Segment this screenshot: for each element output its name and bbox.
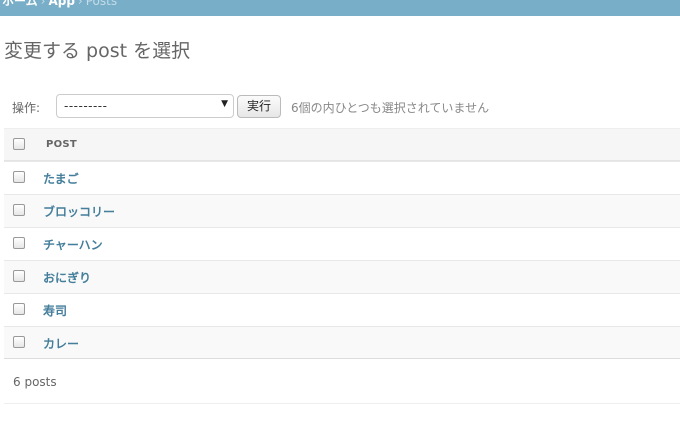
- row-link[interactable]: おにぎり: [43, 269, 91, 286]
- result-count: 6 posts: [13, 375, 57, 389]
- table-row: 寿司: [4, 293, 680, 326]
- actions-bar: 操作: --------- ▼ 実行 6個の内ひとつも選択されていません: [4, 94, 680, 118]
- breadcrumb-trail: ホーム › App › Posts: [2, 0, 117, 9]
- action-select[interactable]: --------- ▼: [56, 94, 234, 118]
- row-link[interactable]: 寿司: [43, 302, 67, 319]
- selection-counter: 6個の内ひとつも選択されていません: [291, 101, 490, 115]
- breadcrumb: ホーム › App › Posts: [0, 0, 680, 16]
- table-row: チャーハン: [4, 227, 680, 260]
- select-all-checkbox[interactable]: [13, 138, 25, 150]
- row-checkbox[interactable]: [13, 171, 25, 183]
- breadcrumb-separator: ›: [77, 0, 83, 8]
- table-header-row: POST: [4, 128, 680, 161]
- column-header-post[interactable]: POST: [46, 139, 77, 150]
- page-title: 変更する post を選択: [4, 40, 191, 62]
- breadcrumb-app[interactable]: App: [48, 0, 74, 8]
- row-checkbox[interactable]: [13, 237, 25, 249]
- breadcrumb-home[interactable]: ホーム: [2, 0, 38, 8]
- table-row: カレー: [4, 326, 680, 359]
- row-link[interactable]: たまご: [43, 170, 79, 187]
- table-row: ブロッコリー: [4, 194, 680, 227]
- result-table: POST たまご ブロッコリー チャーハン おにぎり 寿司 カレー: [4, 128, 680, 359]
- action-select-value: ---------: [64, 99, 108, 113]
- row-checkbox[interactable]: [13, 204, 25, 216]
- row-checkbox[interactable]: [13, 303, 25, 315]
- table-row: おにぎり: [4, 260, 680, 293]
- row-link[interactable]: チャーハン: [43, 236, 103, 253]
- table-row: たまご: [4, 161, 680, 194]
- action-label: 操作:: [12, 101, 41, 115]
- row-checkbox[interactable]: [13, 336, 25, 348]
- breadcrumb-current: Posts: [85, 0, 118, 8]
- row-checkbox[interactable]: [13, 270, 25, 282]
- run-action-button[interactable]: 実行: [237, 95, 281, 118]
- breadcrumb-separator: ›: [40, 0, 46, 8]
- chevron-down-icon: ▼: [221, 99, 228, 109]
- paginator: 6 posts: [4, 362, 680, 404]
- row-link[interactable]: カレー: [43, 335, 79, 352]
- row-link[interactable]: ブロッコリー: [43, 203, 115, 220]
